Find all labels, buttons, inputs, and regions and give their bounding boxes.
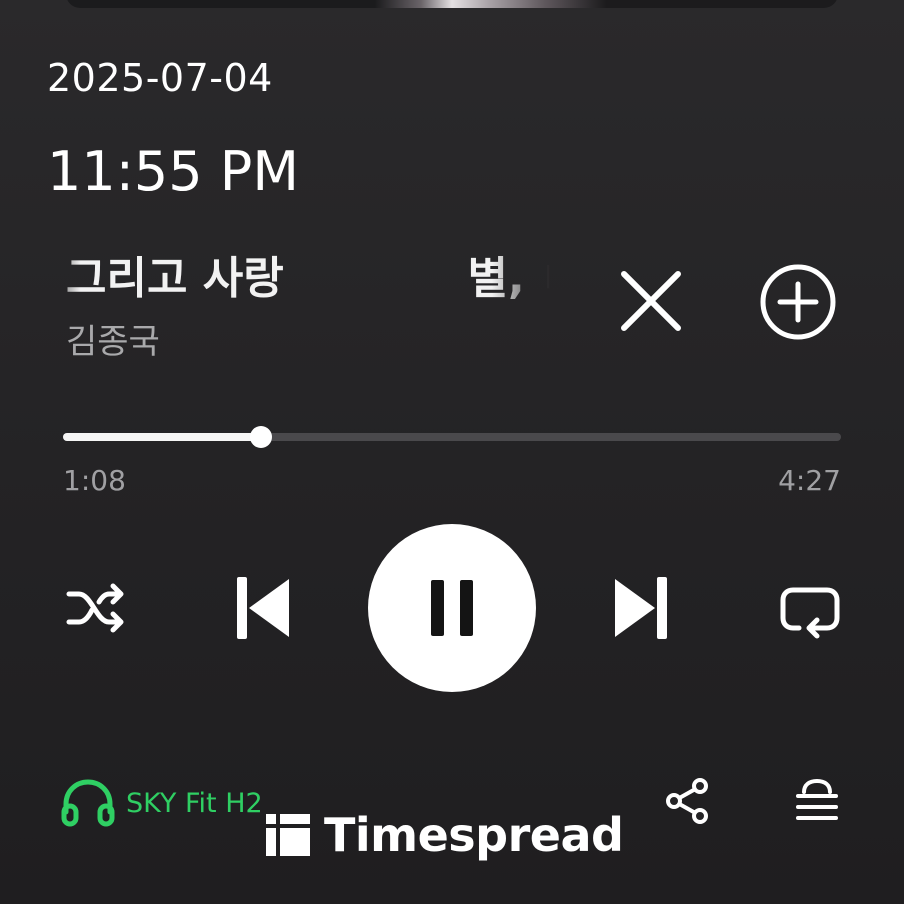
previous-button[interactable]: [226, 570, 298, 646]
queue-icon: [796, 778, 838, 820]
close-icon: [621, 271, 681, 331]
device-name: SKY Fit H2: [126, 787, 263, 819]
watermark-text: Timespread: [324, 808, 624, 862]
pause-icon: [431, 580, 473, 636]
pause-button[interactable]: [368, 524, 536, 692]
track-title: 그리고 사랑 별, ㅂ: [66, 253, 550, 304]
progress-bar[interactable]: [63, 426, 841, 448]
headphones-icon: [61, 779, 115, 827]
timespread-watermark: Timespread: [266, 808, 624, 862]
share-button[interactable]: [660, 774, 714, 828]
shuffle-button[interactable]: [60, 576, 132, 640]
date-label: 2025-07-04: [47, 56, 273, 100]
progress-thumb[interactable]: [250, 426, 273, 448]
track-title-marquee: 그리고 사랑 별, ㅂ: [66, 240, 550, 310]
repeat-icon: [780, 587, 840, 639]
progress-fill: [63, 433, 262, 441]
skip-next-icon: [615, 577, 667, 639]
elapsed-time: 1:08: [63, 464, 126, 497]
skip-previous-icon: [237, 577, 289, 639]
album-art-strip: [66, 0, 838, 8]
repeat-button[interactable]: [774, 576, 846, 644]
queue-button[interactable]: [790, 776, 844, 826]
time-label: 11:55 PM: [47, 140, 299, 203]
total-time: 4:27: [778, 464, 841, 497]
share-icon: [666, 778, 708, 824]
add-to-playlist-button[interactable]: [756, 260, 840, 344]
close-button[interactable]: [612, 262, 690, 340]
artist-name: 김종국: [66, 322, 160, 362]
connected-device[interactable]: SKY Fit H2: [60, 778, 263, 828]
next-button[interactable]: [606, 570, 678, 646]
add-circle-icon: [760, 264, 836, 340]
timespread-logo-icon: [266, 814, 310, 856]
shuffle-icon: [66, 583, 124, 633]
